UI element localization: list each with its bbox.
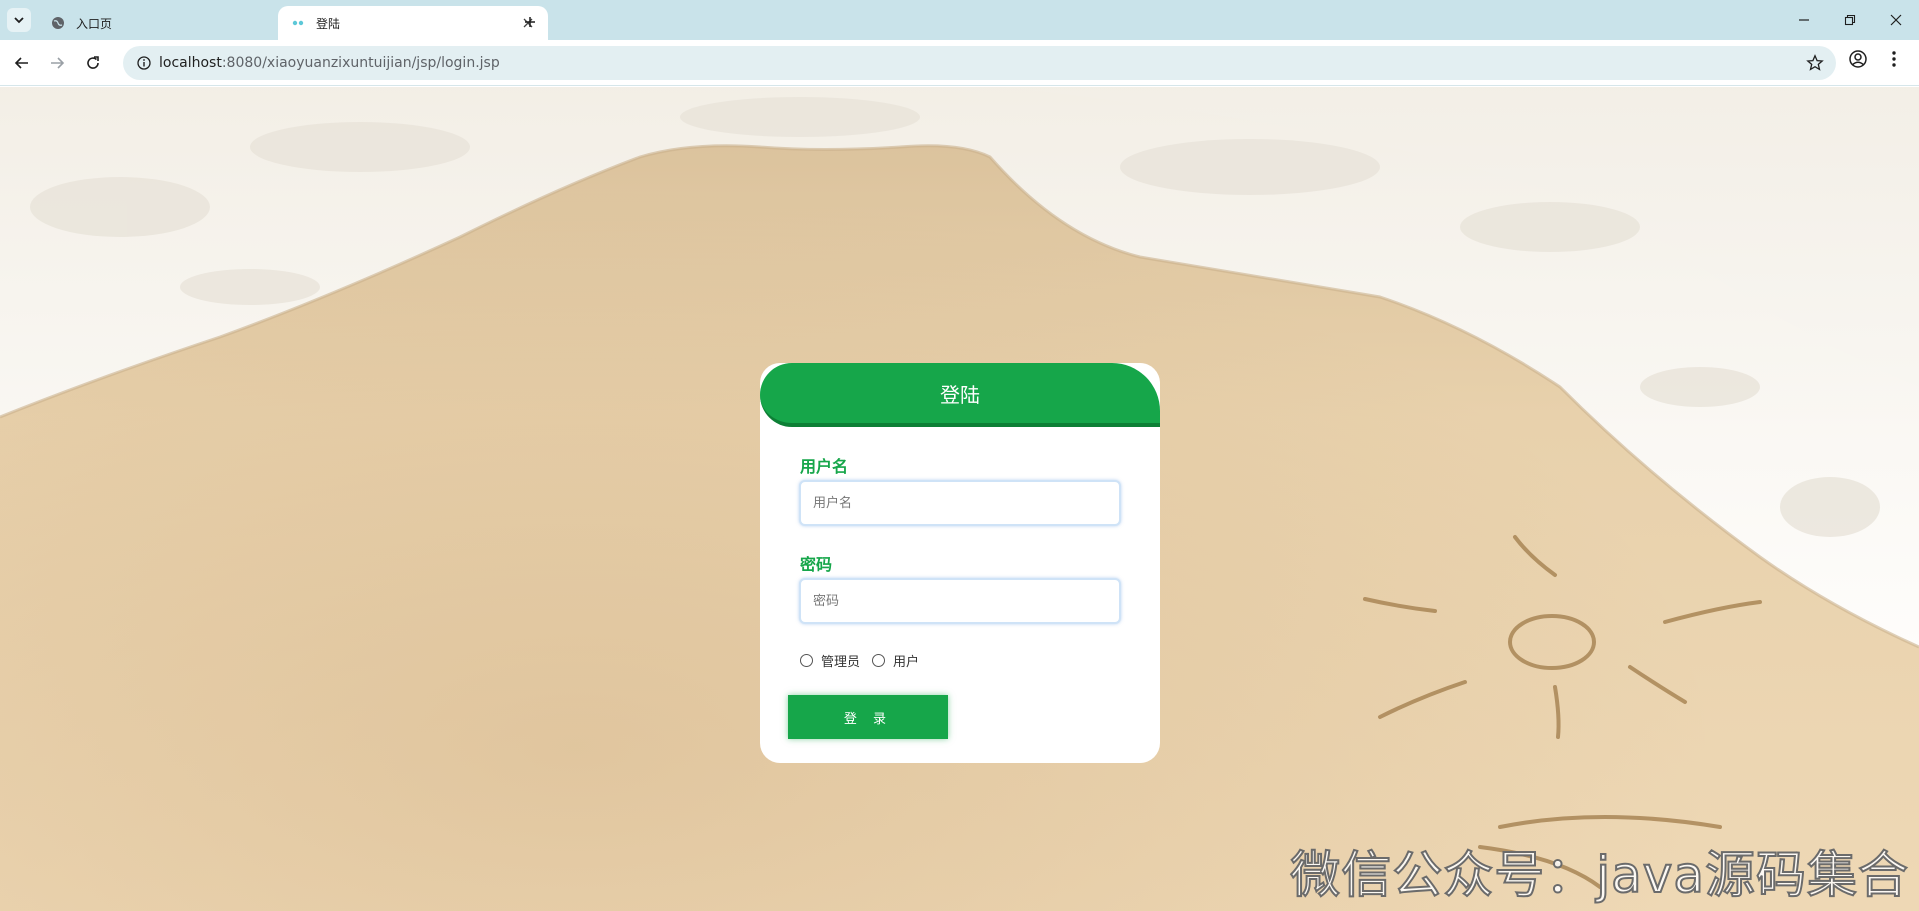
role-admin-radio[interactable] <box>800 653 813 667</box>
new-tab-button[interactable] <box>518 10 542 34</box>
tab-title: 登陆 <box>316 16 341 31</box>
restore-icon <box>1844 14 1856 26</box>
role-user-label: 用户 <box>893 654 920 670</box>
forward-button[interactable] <box>43 49 71 77</box>
username-input[interactable] <box>799 480 1121 526</box>
plus-icon <box>525 17 535 27</box>
browser-menu-icon[interactable] <box>1884 49 1904 73</box>
role-selector: 管理员 用户 <box>800 650 931 670</box>
browser-toolbar: localhost:8080/xiaoyuanzixuntuijian/jsp/… <box>0 40 1919 86</box>
globe-icon <box>50 15 66 31</box>
watermark-text: 微信公众号：java源码集合 <box>1289 845 1909 905</box>
password-label: 密码 <box>800 555 833 574</box>
reload-button[interactable] <box>79 49 107 77</box>
close-window-button[interactable] <box>1873 0 1919 40</box>
address-bar[interactable]: localhost:8080/xiaoyuanzixuntuijian/jsp/… <box>123 46 1836 80</box>
site-info-icon[interactable] <box>129 56 159 70</box>
url-path: :8080/xiaoyuanzixuntuijian/jsp/login.jsp <box>221 55 500 71</box>
close-icon <box>1890 14 1902 26</box>
login-button[interactable]: 登 录 <box>788 695 948 739</box>
profile-icon[interactable] <box>1848 49 1868 73</box>
role-admin-label: 管理员 <box>821 654 861 670</box>
reload-icon <box>87 56 99 69</box>
password-input[interactable] <box>799 578 1121 624</box>
login-page: 登陆 用户名 密码 管理员 用户 登 录 微信公众号：java源码集合 <box>0 87 1919 911</box>
tab-title: 入口页 <box>76 16 113 31</box>
back-button[interactable] <box>8 49 36 77</box>
login-title: 登陆 <box>760 363 1160 427</box>
login-card: 登陆 用户名 密码 管理员 用户 登 录 <box>760 363 1160 763</box>
tab-entry-page[interactable]: 入口页 <box>38 6 308 40</box>
chevron-down-icon <box>14 17 24 24</box>
arrow-right-icon <box>51 57 65 69</box>
arrow-left-icon <box>14 57 28 69</box>
browser-tab-strip: 入口页 登陆 <box>0 0 1919 40</box>
username-label: 用户名 <box>800 457 849 476</box>
tab-search-button[interactable] <box>7 8 31 32</box>
role-user-radio[interactable] <box>872 653 886 667</box>
url-host: localhost <box>159 55 222 71</box>
bookmark-star-icon[interactable] <box>1806 54 1824 76</box>
tab-login[interactable]: 登陆 <box>278 6 548 40</box>
minimize-button[interactable] <box>1781 0 1827 40</box>
minimize-icon <box>1799 19 1809 21</box>
restore-button[interactable] <box>1827 0 1873 40</box>
dots-icon <box>290 15 306 31</box>
